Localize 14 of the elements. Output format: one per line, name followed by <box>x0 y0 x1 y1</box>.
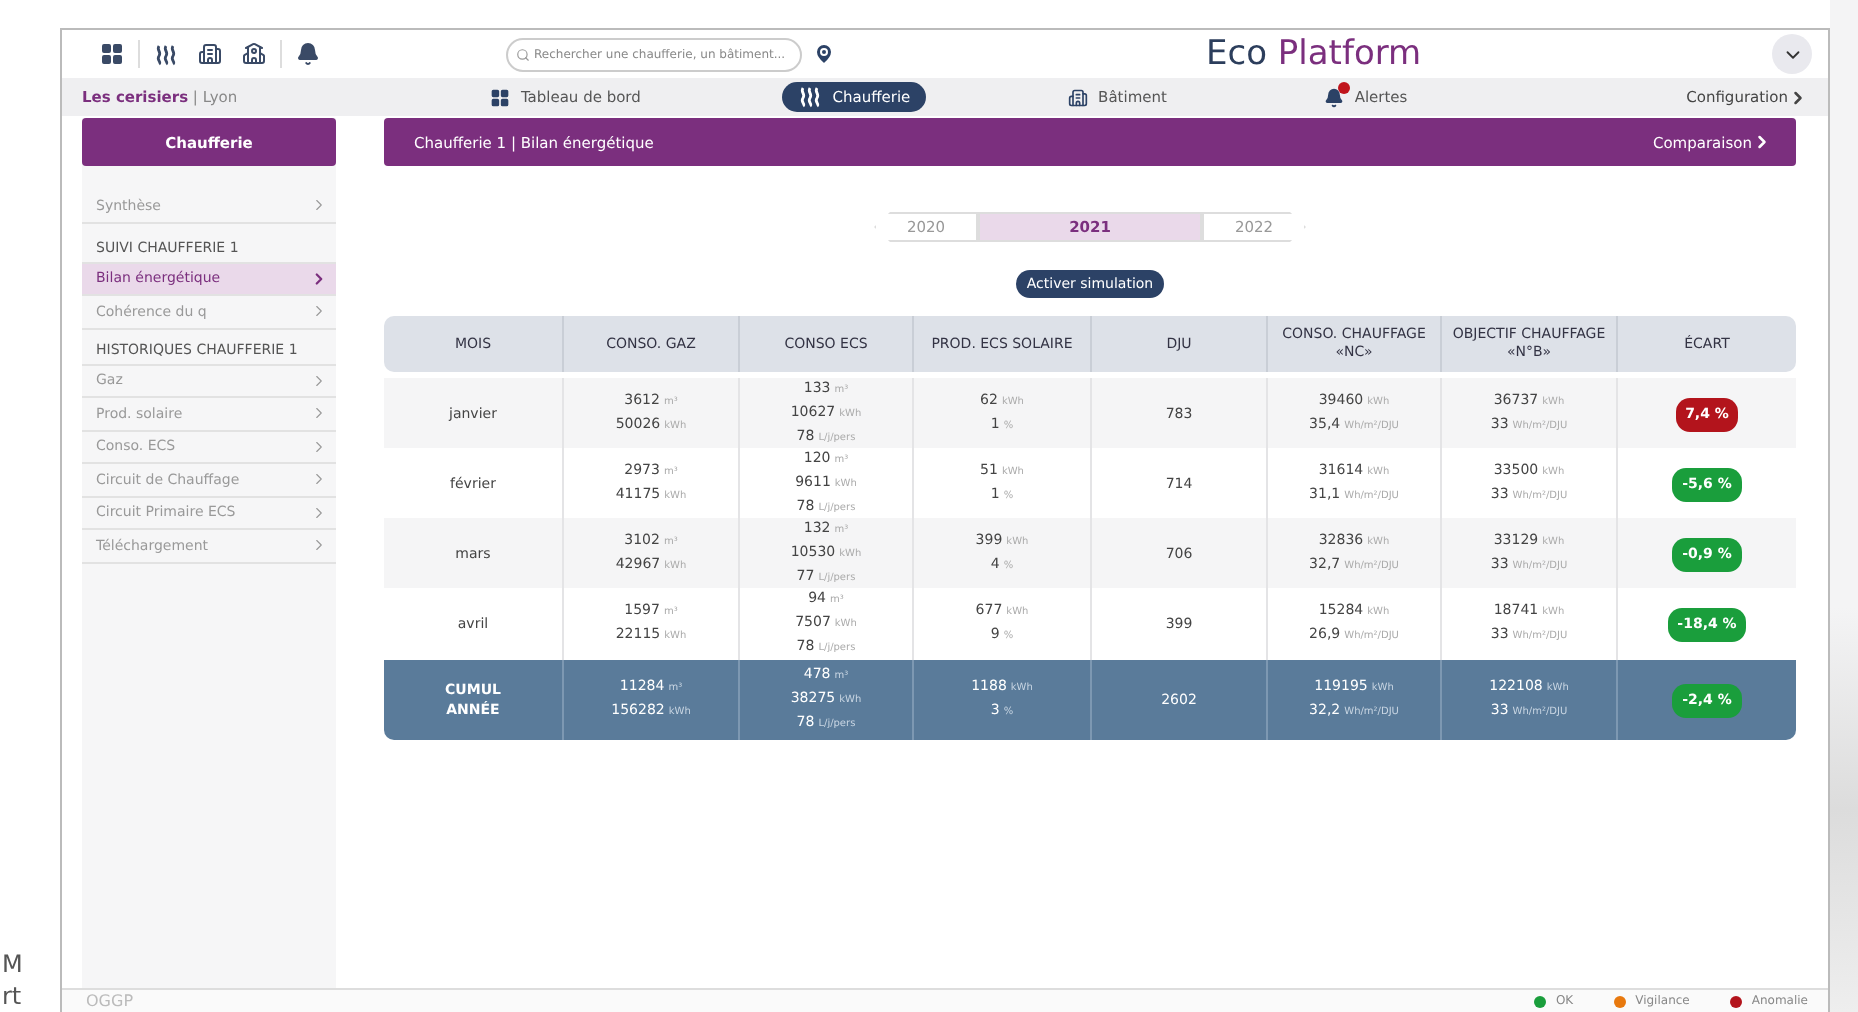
logo: Eco Platform <box>1206 34 1422 74</box>
alert-badge <box>1338 81 1351 93</box>
chevron-right-icon <box>1752 132 1772 152</box>
footer-brand: OGGP <box>86 992 134 1010</box>
search-icon <box>516 47 530 61</box>
grid-icon <box>490 87 511 107</box>
edge-text: M <box>2 948 23 980</box>
bell-icon <box>1324 87 1345 107</box>
expand-button[interactable] <box>1772 34 1812 74</box>
building-icon <box>1068 87 1089 107</box>
chevron-right-icon <box>310 196 328 215</box>
edge-text: rt <box>2 980 22 1012</box>
heat-icon <box>798 86 823 108</box>
chevron-right-icon <box>1788 87 1808 107</box>
